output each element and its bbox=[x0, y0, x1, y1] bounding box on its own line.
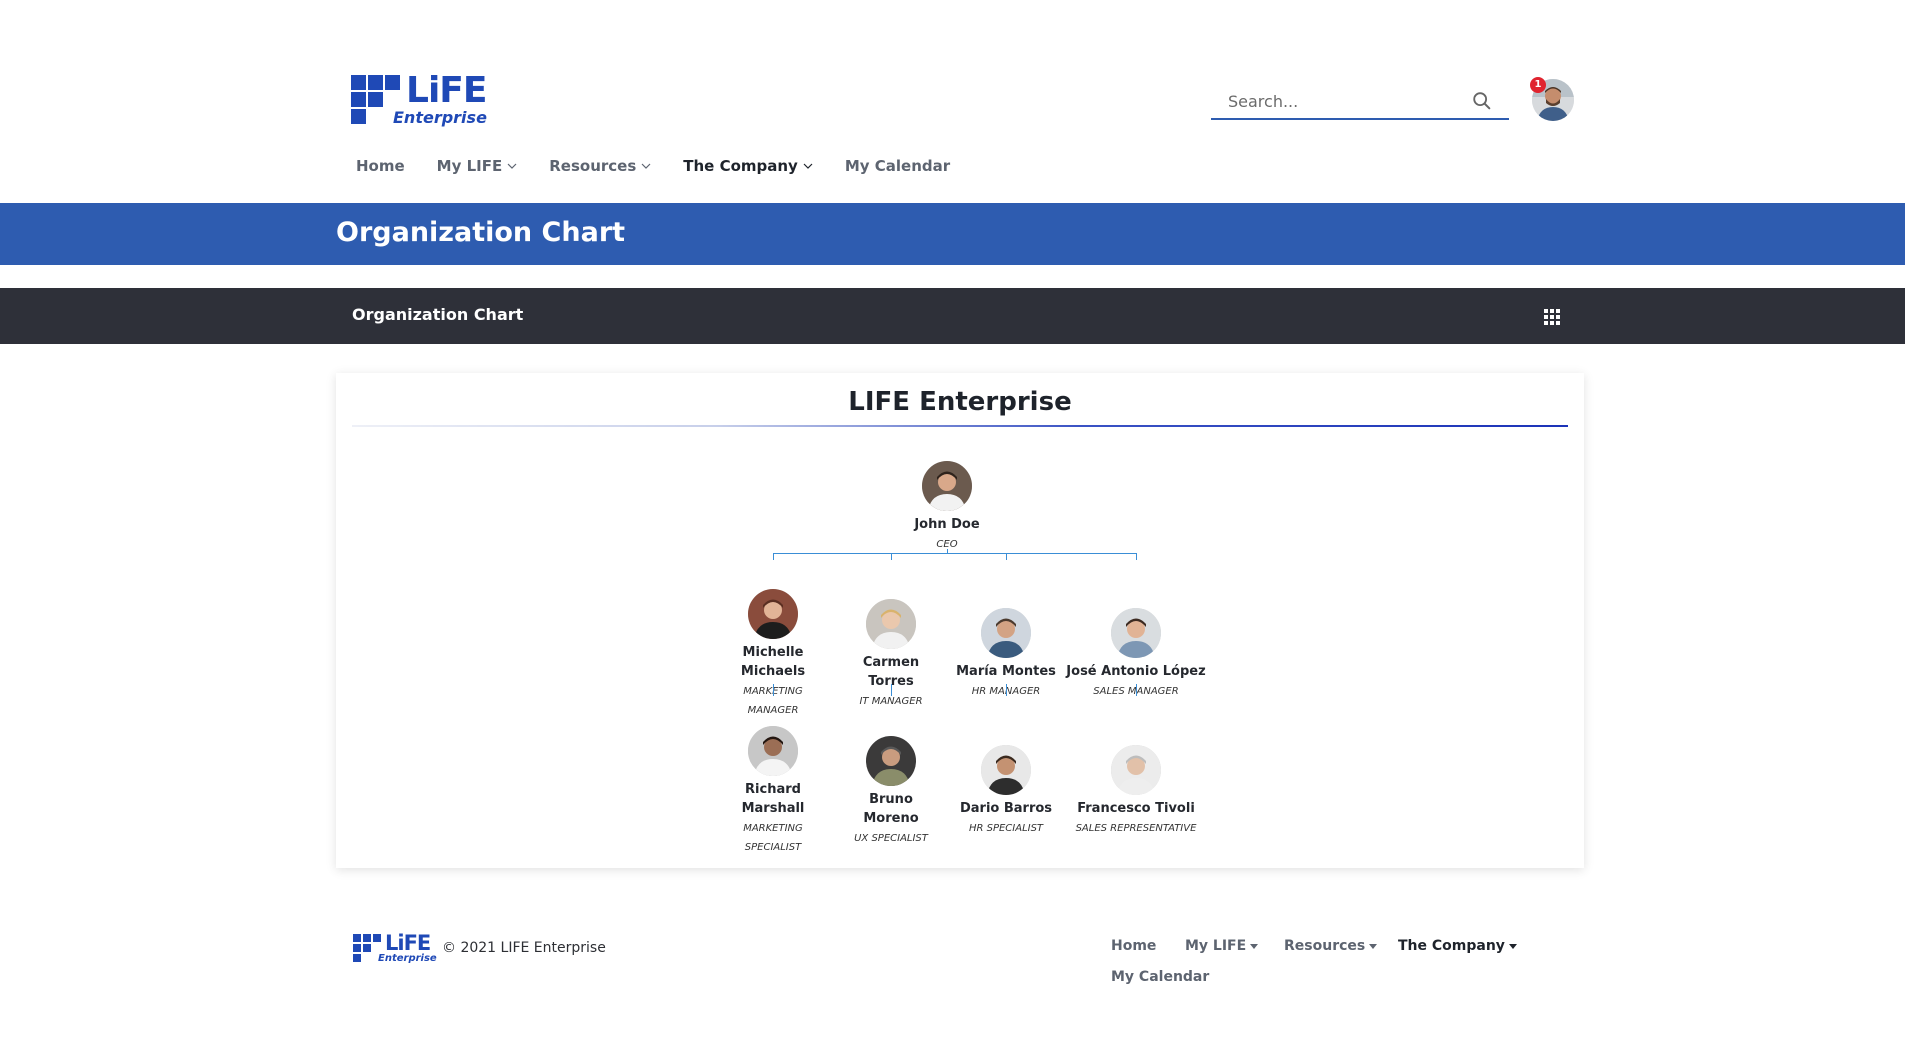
footer-nav-the-company[interactable]: The Company bbox=[1398, 938, 1517, 954]
avatar bbox=[1111, 608, 1161, 658]
footer-nav-resources[interactable]: Resources bbox=[1284, 938, 1378, 954]
chevron-down-icon bbox=[507, 163, 517, 169]
footer-nav-label: Resources bbox=[1284, 938, 1366, 954]
org-connector bbox=[1136, 684, 1137, 696]
org-connector bbox=[1006, 684, 1007, 696]
nav-item-label: The Company bbox=[683, 157, 798, 175]
search-box bbox=[1211, 84, 1509, 120]
org-connector bbox=[891, 553, 892, 560]
footer-nav-label: The Company bbox=[1398, 938, 1505, 954]
employee-name: John Doe bbox=[914, 517, 980, 532]
search-input[interactable] bbox=[1211, 84, 1471, 118]
nav-item-label: Home bbox=[356, 157, 405, 175]
chevron-down-icon bbox=[641, 163, 651, 169]
copyright-text: © 2021 LIFE Enterprise bbox=[442, 940, 606, 956]
footer-nav-label: Home bbox=[1111, 938, 1157, 954]
notification-badge: 1 bbox=[1530, 77, 1546, 93]
avatar bbox=[748, 726, 798, 776]
org-connector bbox=[947, 549, 948, 554]
user-avatar-button[interactable]: 1 bbox=[1530, 77, 1574, 121]
logo-subtitle: Enterprise bbox=[393, 108, 487, 127]
nav-item-label: My Calendar bbox=[844, 157, 951, 175]
org-connector bbox=[773, 553, 1137, 554]
brand-logo[interactable]: LiFE Enterprise bbox=[351, 73, 487, 127]
employee-name: José Antonio López bbox=[1066, 664, 1206, 679]
section-bar: Organization Chart bbox=[0, 288, 1905, 344]
org-chart: John DoeCEOMichelleMichaelsMarketingMana… bbox=[336, 373, 1584, 868]
org-connector bbox=[773, 684, 774, 696]
nav-item-resources[interactable]: Resources bbox=[549, 154, 651, 178]
nav-item-my-life[interactable]: My LIFE bbox=[437, 154, 518, 178]
caret-down-icon bbox=[1369, 943, 1378, 949]
caret-down-icon bbox=[1250, 943, 1259, 949]
footer-nav-my-life[interactable]: My LIFE bbox=[1185, 938, 1259, 954]
footer-nav-home[interactable]: Home bbox=[1111, 938, 1156, 954]
avatar bbox=[866, 599, 916, 649]
org-chart-card: LIFE Enterprise John Doe CEO Michelle Micha… bbox=[336, 373, 1584, 868]
footer-nav-label: My Calendar bbox=[1111, 969, 1210, 985]
chevron-down-icon bbox=[803, 163, 813, 169]
nav-item-label: My LIFE bbox=[436, 157, 503, 175]
avatar bbox=[922, 461, 972, 511]
page-banner: Organization Chart bbox=[0, 203, 1905, 265]
grid-icon[interactable] bbox=[1544, 309, 1560, 325]
logo-word: LiFE bbox=[406, 70, 487, 111]
site-header: LiFE Enterprise 1 Home My LIFE Resources Th… bbox=[0, 0, 1905, 202]
nav-item-label: Resources bbox=[549, 157, 637, 175]
org-connector bbox=[1006, 553, 1007, 560]
org-connector bbox=[1136, 553, 1137, 560]
footer-nav-my-calendar[interactable]: My Calendar bbox=[1111, 969, 1209, 985]
page-title: Organization Chart bbox=[336, 217, 626, 248]
caret-down-icon bbox=[1508, 943, 1517, 949]
nav-item-home[interactable]: Home bbox=[356, 154, 405, 178]
footer-logo-word: LiFE bbox=[385, 931, 431, 955]
avatar bbox=[981, 745, 1031, 795]
footer-logo-subtitle: Enterprise bbox=[378, 953, 437, 964]
nav-item-the-company[interactable]: The Company bbox=[683, 154, 813, 178]
employee-role: Sales Representative bbox=[1075, 823, 1197, 834]
avatar bbox=[866, 736, 916, 786]
footer-logo[interactable]: LiFE Enterprise bbox=[353, 931, 437, 965]
avatar bbox=[748, 589, 798, 639]
org-connector bbox=[773, 553, 774, 560]
main-nav: Home My LIFE Resources The Company My Calend… bbox=[356, 154, 982, 178]
avatar bbox=[981, 608, 1031, 658]
org-connector bbox=[891, 684, 892, 696]
nav-item-my-calendar[interactable]: My Calendar bbox=[845, 154, 950, 178]
footer-nav-label: My LIFE bbox=[1185, 938, 1247, 954]
employee-name: Francesco Tivoli bbox=[1077, 801, 1195, 816]
avatar bbox=[1111, 745, 1161, 795]
search-icon[interactable] bbox=[1471, 90, 1493, 112]
section-title: Organization Chart bbox=[352, 305, 524, 324]
